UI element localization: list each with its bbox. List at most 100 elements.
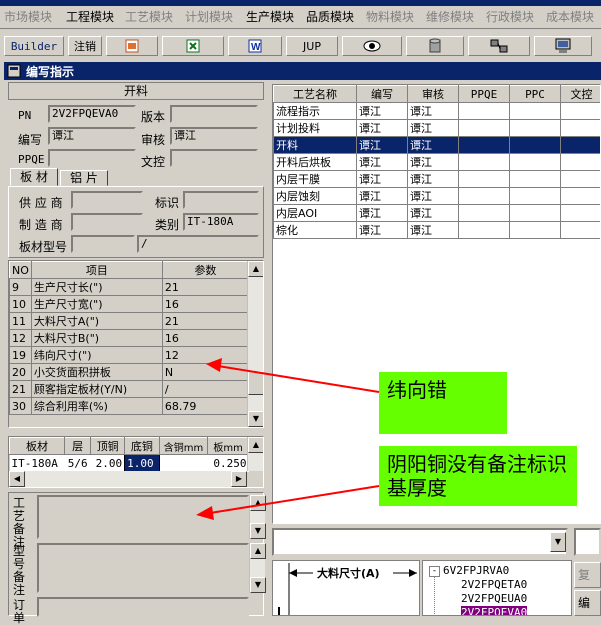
col-process-name[interactable]: 工艺名称 [274, 86, 357, 103]
cell-bottom-copper[interactable]: 1.00 [125, 455, 159, 472]
scroll-thumb[interactable] [248, 371, 264, 395]
dropdown-arrow-icon[interactable]: ▼ [550, 532, 566, 552]
col-wenkong[interactable]: 文控 [561, 86, 601, 103]
tree-item-selected[interactable]: 2V2FPQEVA0 [461, 606, 527, 616]
author-field[interactable]: 谭江 [48, 127, 136, 145]
col-review[interactable]: 审核 [408, 86, 459, 103]
board-table-hscrollbar[interactable]: ◀ ▶ [9, 471, 247, 487]
menu-item-quality[interactable]: 品质模块 [306, 8, 354, 25]
version-field[interactable] [170, 105, 258, 123]
scroll-right-icon[interactable]: ▶ [231, 471, 247, 487]
powerpoint-button[interactable] [106, 36, 158, 56]
tree-item[interactable]: 2V2FPQEUA0 [461, 592, 527, 605]
table-row[interactable]: 9生产尺寸长(")21 [10, 279, 249, 296]
scroll-up-icon[interactable]: ▲ [248, 437, 264, 453]
col-item[interactable]: 项目 [31, 262, 162, 279]
network-button[interactable] [468, 36, 530, 56]
table-row[interactable]: 计划投料谭江谭江 [274, 120, 601, 137]
bottom-field-right[interactable] [574, 528, 601, 556]
param-table-scrollbar[interactable]: ▲ ▼ [247, 261, 263, 427]
model-field-2[interactable]: / [137, 235, 259, 253]
process-note-field[interactable] [37, 495, 249, 539]
order-note-field[interactable] [37, 597, 249, 617]
pn-field[interactable]: 2V2FPQEVA0 [48, 105, 136, 123]
tree-root[interactable]: 6V2FPJRVA0 [443, 564, 509, 577]
table-row[interactable]: 10生产尺寸宽(")16 [10, 296, 249, 313]
database-button[interactable] [406, 36, 464, 56]
table-row[interactable]: 21顾客指定板材(Y/N)/ [10, 381, 249, 398]
col-top-copper[interactable]: 顶铜 [91, 438, 125, 455]
cell-param[interactable]: 16 [162, 296, 248, 313]
model-note-field[interactable] [37, 543, 249, 593]
cell-param[interactable]: 21 [162, 279, 248, 296]
scroll-up-icon[interactable]: ▲ [250, 543, 266, 559]
col-board-mm[interactable]: 板mm [208, 438, 249, 455]
excel-button[interactable] [162, 36, 224, 56]
review-field[interactable]: 谭江 [170, 127, 258, 145]
col-ppc[interactable]: PPC [510, 86, 561, 103]
cell-param[interactable]: N [162, 364, 248, 381]
bottom-combobox[interactable]: ▼ [272, 528, 568, 556]
menu-item-cost[interactable]: 成本模块 [546, 8, 594, 25]
cell-param[interactable]: 21 [162, 313, 248, 330]
menu-item-process[interactable]: 工艺模块 [125, 8, 173, 25]
menu-item-maintenance[interactable]: 维修模块 [426, 8, 474, 25]
supplier-field[interactable] [71, 191, 143, 209]
model-note-scrollbar[interactable]: ▲ ▼ [249, 543, 265, 593]
col-board[interactable]: 板材 [10, 438, 65, 455]
table-row[interactable]: 19纬向尺寸(")12 [10, 347, 249, 364]
view-button[interactable] [342, 36, 402, 56]
scroll-down-icon[interactable]: ▼ [250, 523, 266, 539]
col-copper-mm[interactable]: 含铜mm [159, 438, 208, 455]
mark-field[interactable] [183, 191, 259, 209]
scroll-left-icon[interactable]: ◀ [9, 471, 25, 487]
scroll-down-icon[interactable]: ▼ [250, 577, 266, 593]
menu-item-admin[interactable]: 行政模块 [486, 8, 534, 25]
table-row[interactable]: 12大料尺寸B(")16 [10, 330, 249, 347]
ppqe-field[interactable] [48, 149, 136, 167]
table-row[interactable]: 开料后烘板谭江谭江 [274, 154, 601, 171]
menu-item-material[interactable]: 物料模块 [366, 8, 414, 25]
col-no[interactable]: NO [10, 262, 32, 279]
scroll-up-icon[interactable]: ▲ [250, 495, 266, 511]
table-row[interactable]: 20小交货面积拼板N [10, 364, 249, 381]
copy-button[interactable]: 复制 [574, 562, 601, 588]
cell-param[interactable]: 16 [162, 330, 248, 347]
cell-param[interactable]: 12 [162, 347, 248, 364]
maker-field[interactable] [71, 213, 143, 231]
menu-item-production[interactable]: 生产模块 [246, 8, 294, 25]
wenkong-field[interactable] [170, 149, 258, 167]
edit-button[interactable]: 编写 [574, 590, 601, 616]
scroll-down-icon[interactable]: ▼ [248, 411, 264, 427]
board-table-scrollbar[interactable]: ▲ [247, 437, 263, 471]
builder-button[interactable]: Builder [4, 36, 64, 56]
process-note-scrollbar[interactable]: ▲ ▼ [249, 495, 265, 539]
scroll-up-icon[interactable]: ▲ [248, 261, 264, 277]
col-author[interactable]: 编写 [357, 86, 408, 103]
col-layer[interactable]: 层 [65, 438, 91, 455]
word-button[interactable]: W [228, 36, 282, 56]
menu-item-market[interactable]: 市场模块 [4, 8, 52, 25]
col-bottom-copper[interactable]: 底铜 [125, 438, 159, 455]
table-row[interactable]: IT-180A 5/6 2.00 1.00 0.250 [10, 455, 249, 472]
tree-item[interactable]: 2V2FPQETA0 [461, 578, 527, 591]
cell-param[interactable]: / [162, 381, 248, 398]
cell-param[interactable]: 68.79 [162, 398, 248, 415]
table-row[interactable]: 棕化谭江谭江 [274, 222, 601, 239]
table-row[interactable]: 内层干膜谭江谭江 [274, 171, 601, 188]
table-row[interactable]: 30综合利用率(%)68.79 [10, 398, 249, 415]
tab-board[interactable]: 板 材 [10, 168, 58, 186]
tab-aluminum[interactable]: 铝 片 [60, 170, 108, 186]
menu-item-plan[interactable]: 计划模块 [185, 8, 233, 25]
jup-button[interactable]: JUP [286, 36, 338, 56]
table-row[interactable]: 内层蚀刻谭江谭江 [274, 188, 601, 205]
logout-button[interactable]: 注销 [68, 36, 102, 56]
table-row-selected[interactable]: 开料谭江谭江 [274, 137, 601, 154]
menu-item-engineering[interactable]: 工程模块 [66, 8, 114, 25]
col-param[interactable]: 参数 [162, 262, 248, 279]
category-field[interactable]: IT-180A [183, 213, 259, 231]
computer-button[interactable] [534, 36, 592, 56]
table-row[interactable]: 11大料尺寸A(")21 [10, 313, 249, 330]
col-ppqe[interactable]: PPQE [459, 86, 510, 103]
table-row[interactable]: 内层AOI谭江谭江 [274, 205, 601, 222]
